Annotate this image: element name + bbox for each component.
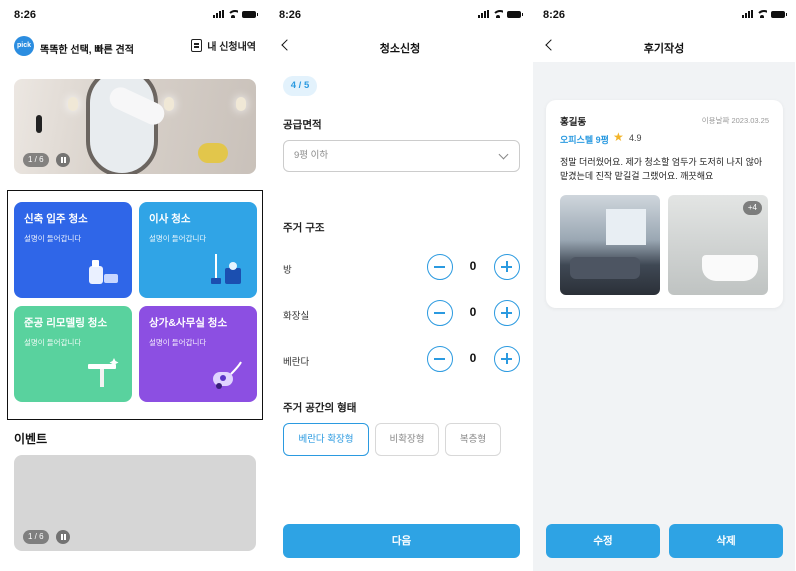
brand-slogan: 똑똑한 선택, 빠른 견적 (40, 45, 134, 56)
event-carousel[interactable]: 1 / 6 (14, 455, 256, 551)
review-card: 홍길동 이용날짜 2023.03.25 오피스텔 9평 ★ 4.9 정말 더러웠… (546, 100, 783, 308)
status-time: 8:26 (543, 9, 566, 21)
more-photos-badge: +4 (742, 201, 762, 215)
area-value: 9평 이하 (294, 150, 329, 161)
veranda-minus-button[interactable] (427, 346, 453, 372)
service-title: 신축 입주 청소 (24, 213, 88, 225)
type-chip-expanded[interactable]: 베란다 확장형 (283, 423, 369, 456)
battery-icon (507, 10, 523, 18)
veranda-count: 0 (469, 351, 477, 365)
area-label: 공급면적 (283, 119, 322, 131)
wifi-icon (757, 10, 767, 18)
signal-icon (742, 10, 753, 18)
signal-icon (478, 10, 489, 18)
service-desc: 설명이 들어갑니다 (149, 234, 207, 243)
property-tag: 오피스텔 9평 (560, 135, 609, 145)
service-desc: 설명이 들어갑니다 (24, 234, 82, 243)
room-plus-button[interactable] (494, 254, 520, 280)
document-icon (191, 39, 203, 52)
banner-counter: 1 / 6 (23, 153, 49, 167)
service-card-remodeling[interactable]: 준공 리모델링 청소 설명이 들어갑니다 (14, 306, 132, 402)
battery-icon (242, 10, 258, 18)
vacuum-icon (213, 361, 242, 389)
spray-bottle-icon (89, 260, 118, 284)
service-card-new-move-in[interactable]: 신축 입주 청소 설명이 들어갑니다 (14, 202, 132, 298)
review-text: 정말 더러웠어요. 제가 청소할 엄두가 도저히 나지 않아 맡겼는데 진작 맡… (560, 157, 763, 181)
mop-bucket-icon (211, 254, 241, 284)
usage-date: 이용날짜 2023.03.25 (701, 116, 769, 125)
rating-score: 4.9 (629, 133, 642, 143)
banner-carousel[interactable]: 1 / 6 (14, 79, 256, 174)
page-title: 청소신청 (379, 43, 421, 55)
veranda-label: 베란다 (283, 357, 310, 368)
home-screen: 8:26 pick 똑똑한 선택, 빠른 견적 내 신청내역 1 / 6 신축 … (4, 0, 266, 571)
review-photo-living-room[interactable] (560, 195, 660, 295)
type-chip-non-expanded[interactable]: 비확장형 (375, 423, 439, 456)
review-screen: 8:26 후기작성 홍길동 이용날짜 2023.03.25 오피스텔 9평 ★ … (533, 0, 795, 571)
space-type-label: 주거 공간의 형태 (283, 402, 357, 414)
event-counter: 1 / 6 (23, 530, 49, 544)
service-title: 이사 청소 (149, 213, 191, 225)
delete-button[interactable]: 삭제 (669, 524, 783, 558)
pause-icon[interactable] (56, 530, 70, 544)
service-card-office[interactable]: 상가&사무실 청소 설명이 들어갑니다 (139, 306, 257, 402)
status-bar: 8:26 (269, 0, 531, 28)
room-label: 방 (283, 265, 292, 276)
star-icon: ★ (613, 130, 624, 144)
bathroom-count: 0 (469, 305, 477, 319)
status-time: 8:26 (14, 9, 37, 21)
service-desc: 설명이 들어갑니다 (24, 338, 82, 347)
events-title: 이벤트 (14, 432, 48, 446)
reviewer-name: 홍길동 (560, 117, 587, 128)
service-title: 준공 리모델링 청소 (24, 317, 108, 329)
step-indicator: 4 / 5 (283, 76, 317, 96)
app-logo: pick (14, 36, 34, 56)
room-minus-button[interactable] (427, 254, 453, 280)
bathroom-minus-button[interactable] (427, 300, 453, 326)
veranda-plus-button[interactable] (494, 346, 520, 372)
edit-button[interactable]: 수정 (546, 524, 660, 558)
status-bar: 8:26 (4, 0, 266, 28)
next-button[interactable]: 다음 (283, 524, 520, 558)
bathroom-label: 화장실 (283, 311, 310, 322)
chevron-down-icon (498, 149, 509, 160)
bathroom-plus-button[interactable] (494, 300, 520, 326)
structure-label: 주거 구조 (283, 222, 325, 234)
service-card-moving[interactable]: 이사 청소 설명이 들어갑니다 (139, 202, 257, 298)
status-time: 8:26 (279, 9, 302, 21)
area-select[interactable]: 9평 이하 (283, 140, 520, 172)
squeegee-icon (88, 358, 119, 387)
battery-icon (771, 10, 787, 18)
status-bar: 8:26 (533, 0, 795, 28)
service-title: 상가&사무실 청소 (149, 317, 228, 329)
signal-icon (213, 10, 224, 18)
my-requests-label: 내 신청내역 (207, 42, 256, 53)
type-chip-duplex[interactable]: 복층형 (445, 423, 501, 456)
service-desc: 설명이 들어갑니다 (149, 338, 207, 347)
room-count: 0 (469, 259, 477, 273)
pause-icon[interactable] (56, 153, 70, 167)
wifi-icon (228, 10, 238, 18)
wifi-icon (493, 10, 503, 18)
page-title: 후기작성 (643, 43, 685, 55)
cleaning-request-screen: 8:26 청소신청 4 / 5 공급면적 9평 이하 주거 구조 방 0 화장실… (269, 0, 531, 571)
my-requests-link[interactable]: 내 신청내역 (191, 38, 256, 53)
review-photo-bathroom[interactable]: +4 (668, 195, 768, 295)
